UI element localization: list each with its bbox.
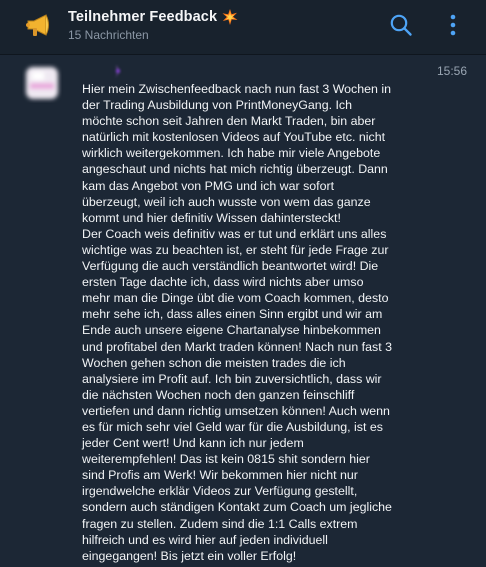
channel-header: Teilnehmer Feedback 15 Nachrichten	[0, 0, 486, 55]
message-item[interactable]: 15:56 Hier mein Zwischenfeedback nach nu…	[0, 55, 486, 567]
message-text: Hier mein Zwischenfeedback nach nun fast…	[82, 82, 392, 563]
blurred-avatar[interactable]	[22, 63, 62, 103]
channel-title[interactable]: Teilnehmer Feedback	[68, 9, 217, 25]
message-time: 15:56	[437, 64, 468, 78]
megaphone-icon[interactable]	[24, 10, 54, 40]
more-vertical-icon[interactable]	[440, 11, 466, 39]
title-row: Teilnehmer Feedback	[68, 9, 238, 25]
search-icon[interactable]	[388, 12, 414, 38]
spark-emoji-icon	[222, 9, 238, 25]
sender-name-blurred	[115, 65, 121, 78]
message-count: 15 Nachrichten	[68, 28, 149, 42]
